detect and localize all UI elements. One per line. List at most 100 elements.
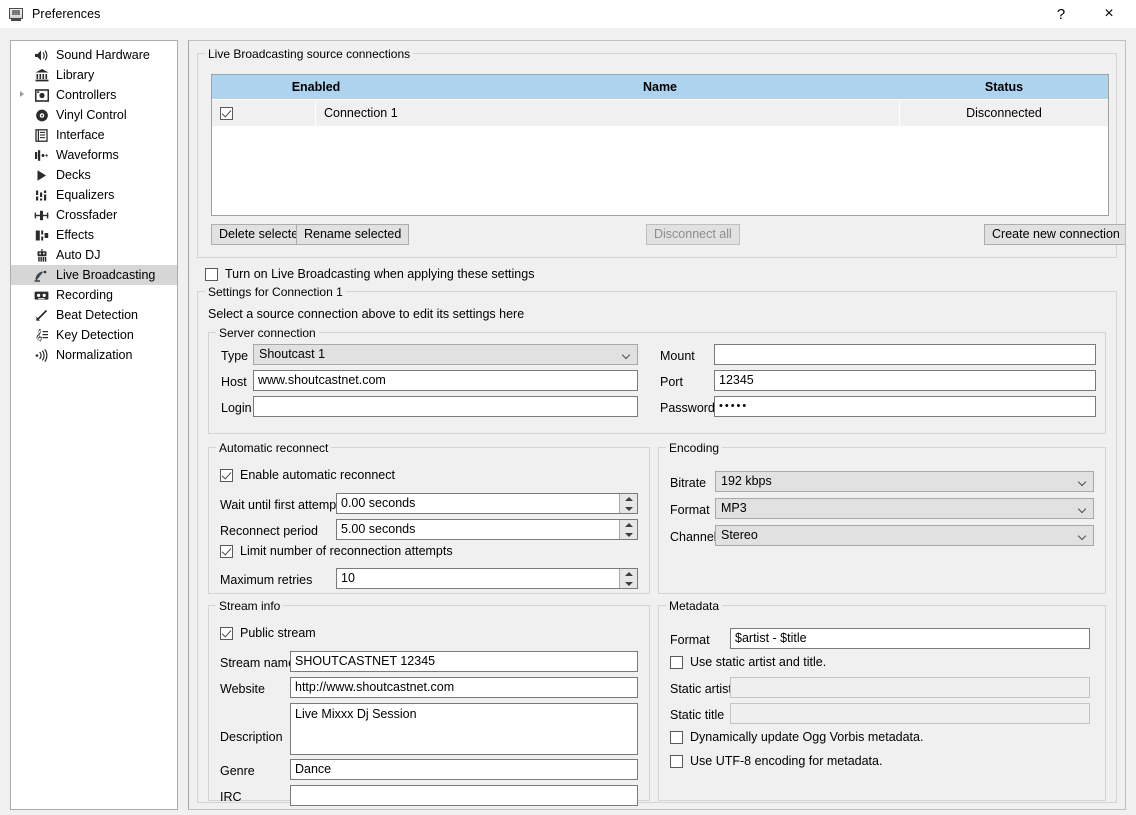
sidebar-item-library[interactable]: Library (11, 65, 177, 85)
turn-on-live-broadcasting-checkbox-row[interactable]: Turn on Live Broadcasting when applying … (205, 267, 534, 281)
genre-input[interactable]: Dance (290, 759, 638, 780)
column-header-name[interactable]: Name (420, 75, 900, 99)
sidebar-item-label: Sound Hardware (56, 47, 150, 63)
limit-reconnection-attempts-row[interactable]: Limit number of reconnection attempts (220, 544, 453, 558)
sidebar-item-label: Key Detection (56, 327, 134, 343)
column-header-status[interactable]: Status (900, 75, 1108, 99)
sidebar-item-effects[interactable]: Effects (11, 225, 177, 245)
mount-label: Mount (660, 349, 695, 363)
use-static-artist-title-checkbox[interactable] (670, 656, 683, 669)
sidebar-item-controllers[interactable]: Controllers (11, 85, 177, 105)
cassette-icon (33, 287, 50, 303)
help-button[interactable]: ? (1038, 0, 1084, 28)
signal-icon (33, 347, 50, 363)
automatic-reconnect-group: Automatic reconnect Enable automatic rec… (208, 447, 650, 594)
port-input[interactable]: 12345 (714, 370, 1096, 391)
type-label: Type (221, 349, 248, 363)
row-name-cell[interactable]: Connection 1 (316, 100, 900, 126)
static-title-input[interactable] (730, 703, 1090, 724)
password-input[interactable]: ••••• (714, 396, 1096, 417)
sidebar-item-normalization[interactable]: Normalization (11, 345, 177, 365)
disconnect-all-button[interactable]: Disconnect all (646, 224, 740, 245)
column-header-enabled[interactable]: Enabled (212, 75, 420, 99)
static-artist-input[interactable] (730, 677, 1090, 698)
use-static-artist-title-row[interactable]: Use static artist and title. (670, 655, 826, 669)
website-input[interactable]: http://www.shoutcastnet.com (290, 677, 638, 698)
sidebar-item-beat-detection[interactable]: Beat Detection (11, 305, 177, 325)
sidebar-item-label: Live Broadcasting (56, 267, 155, 283)
connection-enabled-checkbox[interactable] (220, 107, 233, 120)
host-label: Host (221, 375, 247, 389)
maximum-retries-stepper[interactable]: 10 (336, 568, 638, 589)
metadata-format-input[interactable]: $artist - $title (730, 628, 1090, 649)
sidebar-item-auto-dj[interactable]: Auto DJ (11, 245, 177, 265)
sidebar-item-key-detection[interactable]: 𝄞 Key Detection (11, 325, 177, 345)
enable-automatic-reconnect-checkbox[interactable] (220, 469, 233, 482)
crossfader-icon (33, 207, 50, 223)
app-icon (8, 6, 24, 22)
host-input[interactable]: www.shoutcastnet.com (253, 370, 638, 391)
description-textarea[interactable]: Live Mixxx Dj Session (290, 703, 638, 755)
sidebar-item-equalizers[interactable]: Equalizers (11, 185, 177, 205)
public-stream-row[interactable]: Public stream (220, 626, 316, 640)
server-connection-group-title: Server connection (216, 326, 319, 340)
bitrate-label: Bitrate (670, 476, 706, 490)
stepper-arrows-icon[interactable] (619, 569, 637, 588)
sidebar-item-live-broadcasting[interactable]: Live Broadcasting (11, 265, 177, 285)
satellite-dish-icon (33, 267, 50, 283)
sidebar-item-sound-hardware[interactable]: Sound Hardware (11, 45, 177, 65)
sidebar-item-decks[interactable]: Decks (11, 165, 177, 185)
enable-automatic-reconnect-row[interactable]: Enable automatic reconnect (220, 468, 395, 482)
stepper-arrows-icon[interactable] (619, 494, 637, 513)
table-row[interactable]: Connection 1 Disconnected (212, 100, 1108, 127)
source-connections-group: Live Broadcasting source connections Ena… (197, 53, 1117, 258)
type-select[interactable]: Shoutcast 1 (253, 344, 638, 365)
bitrate-select[interactable]: 192 kbps (715, 471, 1094, 492)
row-enabled-cell[interactable] (212, 100, 316, 126)
reconnect-period-label: Reconnect period (220, 524, 318, 538)
reconnect-period-stepper[interactable]: 5.00 seconds (336, 519, 638, 540)
sidebar-item-label: Recording (56, 287, 113, 303)
mount-input[interactable] (714, 344, 1096, 365)
speaker-icon (33, 47, 50, 63)
turn-on-live-broadcasting-checkbox[interactable] (205, 268, 218, 281)
irc-input[interactable] (290, 785, 638, 806)
stepper-arrows-icon[interactable] (619, 520, 637, 539)
public-stream-checkbox[interactable] (220, 627, 233, 640)
limit-reconnection-attempts-checkbox[interactable] (220, 545, 233, 558)
sidebar-item-waveforms[interactable]: Waveforms (11, 145, 177, 165)
close-button[interactable]: × (1086, 0, 1132, 28)
stream-info-group: Stream info Public stream Stream name SH… (208, 605, 650, 801)
channels-select[interactable]: Stereo (715, 525, 1094, 546)
create-new-connection-button[interactable]: Create new connection (984, 224, 1126, 245)
sidebar-item-label: Library (56, 67, 94, 83)
irc-label: IRC (220, 790, 242, 804)
stream-info-group-title: Stream info (216, 599, 283, 613)
utf8-metadata-checkbox[interactable] (670, 755, 683, 768)
sidebar-item-interface[interactable]: Interface (11, 125, 177, 145)
stream-name-input[interactable]: SHOUTCASTNET 12345 (290, 651, 638, 672)
sidebar-item-crossfader[interactable]: Crossfader (11, 205, 177, 225)
preferences-body: Sound Hardware Library Controllers Vinyl… (0, 28, 1136, 815)
waveform-icon (33, 147, 50, 163)
sidebar-item-vinyl-control[interactable]: Vinyl Control (11, 105, 177, 125)
sidebar-item-label: Normalization (56, 347, 132, 363)
static-title-label: Static title (670, 708, 724, 722)
format-select[interactable]: MP3 (715, 498, 1094, 519)
rename-selected-button[interactable]: Rename selected (296, 224, 409, 245)
utf8-metadata-row[interactable]: Use UTF-8 encoding for metadata. (670, 754, 882, 768)
login-input[interactable] (253, 396, 638, 417)
dynamic-ogg-metadata-checkbox[interactable] (670, 731, 683, 744)
vinyl-icon (33, 107, 50, 123)
connection-settings-group-title: Settings for Connection 1 (205, 285, 346, 299)
sidebar-item-label: Auto DJ (56, 247, 100, 263)
connections-table[interactable]: Enabled Name Status Connection 1 Disconn… (211, 74, 1109, 216)
reconnect-period-value: 5.00 seconds (341, 522, 415, 536)
sidebar-item-recording[interactable]: Recording (11, 285, 177, 305)
wait-until-first-attempt-stepper[interactable]: 0.00 seconds (336, 493, 638, 514)
effects-icon (33, 227, 50, 243)
source-connections-group-title: Live Broadcasting source connections (205, 47, 413, 61)
dynamic-ogg-metadata-row[interactable]: Dynamically update Ogg Vorbis metadata. (670, 730, 923, 744)
sidebar-item-label: Decks (56, 167, 91, 183)
play-icon (33, 167, 50, 183)
